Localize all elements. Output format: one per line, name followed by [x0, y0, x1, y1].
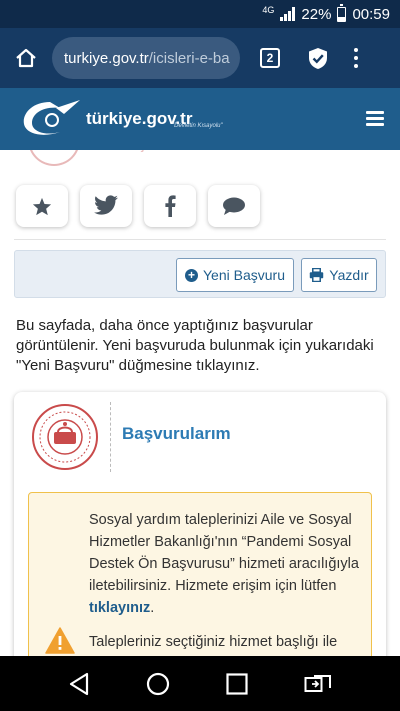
facebook-icon [165, 195, 176, 217]
twitter-icon [94, 195, 118, 215]
notice-link[interactable]: tıklayınız [89, 600, 150, 616]
tab-switcher-button[interactable]: 2 [260, 48, 280, 68]
system-nav-bar [0, 656, 400, 711]
url-domain: turkiye.gov.tr [64, 49, 149, 67]
signal-icon [280, 7, 296, 21]
comment-icon [223, 197, 245, 215]
notice-paragraph-2: Talepleriniz seçtiğiniz hizmet başlığı i… [89, 634, 338, 650]
browser-toolbar: turkiye.gov.tr/icisleri-e-ba 2 [0, 28, 400, 88]
notice-text: Sosyal yardım taleplerinizi Aile ve Sosy… [89, 512, 359, 594]
network-type: 4G [262, 5, 275, 15]
battery-percent: 22% [301, 5, 332, 23]
overflow-menu-icon[interactable] [354, 48, 358, 68]
ministry-seal-icon [32, 404, 98, 470]
star-icon [32, 197, 52, 215]
print-label: Yazdır [329, 267, 369, 283]
notice-period: . [150, 600, 155, 616]
home-icon [16, 48, 36, 68]
logo-swoosh-icon [23, 100, 80, 135]
home-button[interactable] [0, 28, 52, 88]
back-icon[interactable] [68, 672, 90, 696]
share-comment-button[interactable] [208, 185, 260, 227]
divider [14, 239, 386, 240]
favorite-button[interactable] [16, 185, 68, 227]
printer-icon [310, 268, 324, 282]
share-buttons [16, 185, 260, 227]
shield-icon[interactable] [308, 47, 328, 70]
share-twitter-button[interactable] [80, 185, 132, 227]
url-path: /icisleri-e-ba [148, 49, 230, 67]
warning-icon [45, 627, 75, 654]
hamburger-menu-icon[interactable] [366, 111, 384, 126]
clock: 00:59 [352, 5, 390, 23]
logo-tagline: "Devletin Kısayolu" [172, 123, 223, 129]
status-bar: 4G 22% 00:59 [0, 0, 400, 28]
new-application-label: Yeni Başvuru [203, 267, 285, 283]
screen-switch-icon[interactable] [304, 673, 332, 695]
print-button[interactable]: Yazdır [301, 258, 377, 292]
battery-icon [337, 3, 347, 22]
applications-card: Başvurularım Sosyal yardım taleplerinizi… [14, 392, 386, 702]
intro-text: Bu sayfada, daha önce yaptığınız başvuru… [16, 317, 374, 374]
notice-paragraph-1: Sosyal yardım taleplerinizi Aile ve Sosy… [89, 509, 365, 619]
action-bar: + Yeni Başvuru Yazdır [14, 250, 386, 298]
home-nav-icon[interactable] [146, 672, 170, 696]
share-facebook-button[interactable] [144, 185, 196, 227]
card-divider [110, 402, 111, 472]
address-bar[interactable]: turkiye.gov.tr/icisleri-e-ba [52, 37, 240, 79]
plus-circle-icon: + [185, 268, 198, 282]
recents-icon[interactable] [226, 672, 248, 695]
card-title: Başvurularım [122, 424, 231, 443]
site-header: türkiye.gov.tr "Devletin Kısayolu" [0, 88, 400, 150]
new-application-button[interactable]: + Yeni Başvuru [176, 258, 294, 292]
